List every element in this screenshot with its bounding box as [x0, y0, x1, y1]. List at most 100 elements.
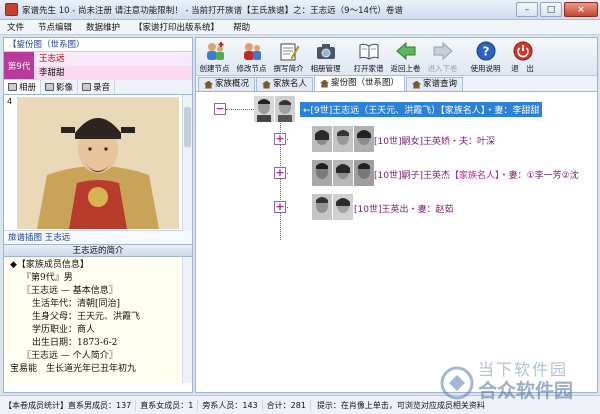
- tab-album[interactable]: 相册: [4, 80, 42, 94]
- maximize-button[interactable]: □: [540, 2, 562, 17]
- house-icon: [412, 80, 422, 89]
- write-intro-button[interactable]: 撰写简介: [270, 38, 307, 75]
- intro-line: 〖王志远 — 个人简介〗: [22, 351, 118, 361]
- intro-line: 学历职业：商人: [32, 325, 96, 335]
- stat-collateral: 旁系人员：143: [198, 399, 263, 411]
- expand-toggle[interactable]: +: [274, 167, 286, 179]
- member-name[interactable]: 王志远: [34, 52, 192, 66]
- tab-famous-members[interactable]: 家族名人: [256, 77, 314, 91]
- genealogy-panel: 创建节点 修改节点 撰写简介 相册管理 打开家谱 返回上卷 进入下卷 ? 使用说…: [195, 37, 598, 393]
- scroll-thumb[interactable]: [184, 107, 191, 147]
- next-volume-label: 进入下卷: [427, 64, 458, 73]
- next-volume-button[interactable]: 进入下卷: [424, 38, 461, 75]
- member-photo: [312, 194, 332, 220]
- menu-print-publish[interactable]: 【家谱打印出版系统】: [127, 21, 226, 33]
- back-volume-button[interactable]: 返回上卷: [387, 38, 424, 75]
- child-member-name: [10世]王英出・妻：赵茹: [354, 205, 454, 215]
- menu-file[interactable]: 文件: [0, 21, 31, 33]
- expand-toggle[interactable]: +: [274, 133, 286, 145]
- svg-text:?: ?: [482, 45, 489, 59]
- photo-caption: 旅谱插图 王志远: [4, 231, 192, 245]
- tab-album-label: 相册: [19, 83, 37, 93]
- tab-audio-label: 录音: [93, 83, 111, 93]
- site-watermark: 当下软件园 合众软件园: [440, 352, 598, 412]
- member-photo: [312, 160, 332, 186]
- generation-row: 第9代 王志远 李甜甜: [4, 52, 192, 80]
- child-member-thumbnail[interactable]: [312, 126, 375, 152]
- watermark-logo-icon: [440, 366, 474, 400]
- video-icon: [45, 83, 55, 91]
- intro-header: 王志远的简介: [4, 245, 192, 257]
- create-node-button[interactable]: 创建节点: [196, 38, 233, 75]
- photo-viewer[interactable]: 4: [4, 95, 192, 231]
- lineage-tree: − ←[9世]王志远（王天元、洪霞飞）【家族名人】・妻：李甜甜 + [10世]嗣…: [196, 92, 597, 392]
- tab-audio[interactable]: 录音: [78, 80, 116, 94]
- title-bar: 家谱先生 10 - 尚未注册 请注意功能限制！ - 当前打开族谱【王氏族谱】之：…: [0, 0, 600, 20]
- child-member-label[interactable]: [10世]嗣女]王英娇・夫：叶深: [374, 134, 495, 147]
- tab-lineage-chart[interactable]: 鋆份图（世系图）: [314, 75, 406, 91]
- child-member-label[interactable]: [10世]王英出・妻：赵茹: [354, 202, 453, 215]
- exit-button[interactable]: 退 出: [504, 38, 541, 75]
- tab-video[interactable]: 影像: [41, 80, 79, 94]
- tab-famous-members-label: 家族名人: [273, 79, 308, 89]
- exit-label: 退 出: [511, 64, 534, 73]
- tab-genealogy-search-label: 家谱查询: [423, 79, 458, 89]
- root-member-thumbnail[interactable]: [254, 96, 296, 122]
- minimize-button[interactable]: –: [516, 2, 538, 17]
- expand-toggle[interactable]: +: [274, 201, 286, 213]
- member-photo: [333, 160, 353, 186]
- camera-icon: [316, 44, 335, 59]
- child-member-spouse: ・妻：①李一芳②沈: [499, 171, 579, 181]
- audio-icon: [82, 83, 92, 91]
- write-intro-icon: [280, 43, 299, 61]
- menu-bar: 文件 节点编辑 数据维护 【家谱打印出版系统】 帮助: [0, 20, 600, 35]
- open-genealogy-button[interactable]: 打开家谱: [350, 38, 387, 75]
- photo-scrollbar[interactable]: [182, 95, 192, 231]
- member-portrait[interactable]: [17, 97, 179, 229]
- child-member-thumbnail[interactable]: [312, 194, 354, 220]
- member-photo: [333, 194, 353, 220]
- intro-line: 生身父母：王天元、洪霞飞: [32, 312, 141, 322]
- child-member-name: [10世]嗣子]王英杰: [374, 171, 450, 181]
- member-photo: [333, 126, 353, 152]
- menu-node-edit[interactable]: 节点编辑: [31, 21, 79, 33]
- exit-icon: [513, 41, 532, 61]
- house-icon: [320, 79, 330, 88]
- close-button[interactable]: ×: [564, 2, 598, 17]
- child-member-name: [10世]嗣女]王英娇・夫：叶深: [374, 137, 495, 147]
- intro-scrollbar[interactable]: [182, 257, 192, 383]
- member-photo: [354, 160, 374, 186]
- view-tabs: 家族概况 家族名人 鋆份图（世系图） 家谱查询: [196, 75, 597, 92]
- famous-badge: 【家族名人】: [450, 171, 500, 181]
- member-photo: [312, 126, 332, 152]
- menu-data-maintenance[interactable]: 数据维护: [79, 21, 127, 33]
- watermark-text-main: 合众软件园: [478, 380, 574, 402]
- member-photo: [354, 126, 374, 152]
- child-member-label[interactable]: [10世]嗣子]王英杰【家族名人】・妻：①李一芳②沈: [374, 168, 579, 181]
- intro-line: 出生日期：1873-6-2: [32, 338, 118, 348]
- help-button[interactable]: ? 使用说明: [467, 38, 504, 75]
- member-photo: [254, 96, 274, 122]
- spouse-name[interactable]: 李甜甜: [34, 66, 192, 80]
- famous-badge: 【家族名人】: [440, 106, 486, 116]
- collapse-toggle[interactable]: −: [214, 103, 226, 115]
- child-member-thumbnail[interactable]: [312, 160, 375, 186]
- member-photo: [275, 96, 295, 122]
- toolbar: 创建节点 修改节点 撰写简介 相册管理 打开家谱 返回上卷 进入下卷 ? 使用说…: [196, 38, 597, 76]
- write-intro-label: 撰写简介: [273, 64, 304, 73]
- album-manage-button[interactable]: 相册管理: [307, 38, 344, 75]
- root-member-label[interactable]: ←[9世]王志远（王天元、洪霞飞）【家族名人】・妻：李甜甜: [300, 102, 543, 117]
- intro-body: ◆【家族成员信息】 『第9代』男 〖王志远 — 基本信息〗 生活年代：清朝[同治…: [4, 257, 192, 383]
- member-info-panel: 【鋆份图（世系图） 第9代 王志远 李甜甜 相册 影像 录音 4 旅谱插图 王志…: [3, 37, 193, 393]
- intro-line: ◆【家族成员信息】: [10, 260, 89, 270]
- menu-help[interactable]: 帮助: [226, 21, 257, 33]
- tab-family-overview[interactable]: 家族概况: [198, 77, 256, 91]
- stat-total-label: 【本卷成员统计】直系男成员：137: [0, 399, 137, 411]
- stat-female: 直系女成员：1: [136, 399, 199, 411]
- tab-family-overview-label: 家族概况: [215, 79, 250, 89]
- edit-node-button[interactable]: 修改节点: [233, 38, 270, 75]
- generation-label: 第9代: [4, 52, 34, 79]
- tab-genealogy-search[interactable]: 家谱查询: [406, 77, 464, 91]
- open-book-icon: [359, 43, 378, 60]
- app-icon: [5, 3, 18, 16]
